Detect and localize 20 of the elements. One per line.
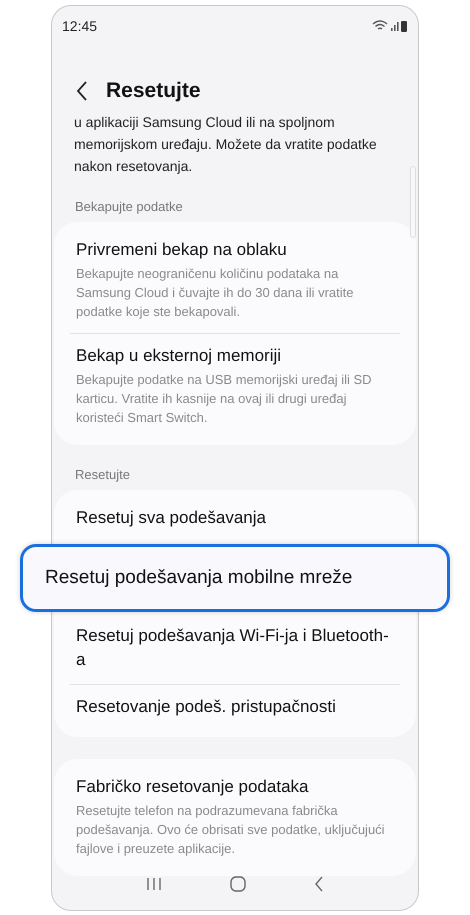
setting-description: Resetujte telefon na podrazumevana fabrička podešavanja. Ovo će obrisati sve podatke, uključujući fajlove i preuzete aplikacije. <box>76 802 386 858</box>
setting-title[interactable]: Resetuj podešavanja Wi-Fi-ja i Bluetooth-a <box>76 624 394 672</box>
setting-title[interactable]: Resetuj sva podešavanja <box>76 506 394 530</box>
page-title: Resetujte <box>106 79 201 103</box>
home-icon[interactable] <box>230 876 246 892</box>
status-time: 12:45 <box>62 18 98 34</box>
setting-title[interactable]: Resetovanje podeš. pristupačnosti <box>76 695 394 719</box>
back-nav-icon[interactable] <box>314 876 324 892</box>
highlighted-setting-row[interactable]: Resetuj podešavanja mobilne mreže <box>20 544 450 612</box>
section-label: Resetujte <box>75 467 131 482</box>
setting-description: Bekapujte neograničenu količinu podataka na Samsung Cloud i čuvajte ih do 30 dana ili vratite podatke koje ste bekapovali. <box>76 265 354 321</box>
setting-description: Bekapujte podatke na USB memorijski uređaj ili SD karticu. Vratite ih kasnije na ovaj ili drugi uređaj koristeći Smart Switch. <box>76 371 373 427</box>
back-icon[interactable] <box>76 81 88 101</box>
setting-title[interactable]: Privremeni bekap na oblaku <box>76 238 394 262</box>
intro-text: u aplikaciji Samsung Cloud ili na spoljnom memorijskom uređaju. Možete da vratite podatke nakon resetovanja. <box>74 113 378 176</box>
setting-title[interactable]: Fabričko resetovanje podataka <box>76 775 394 799</box>
section-label: Bekapujte podatke <box>75 199 184 214</box>
status-icons <box>372 18 408 32</box>
setting-title[interactable]: Bekap u eksternoj memoriji <box>76 344 394 368</box>
recent-apps-icon[interactable] <box>146 877 162 891</box>
